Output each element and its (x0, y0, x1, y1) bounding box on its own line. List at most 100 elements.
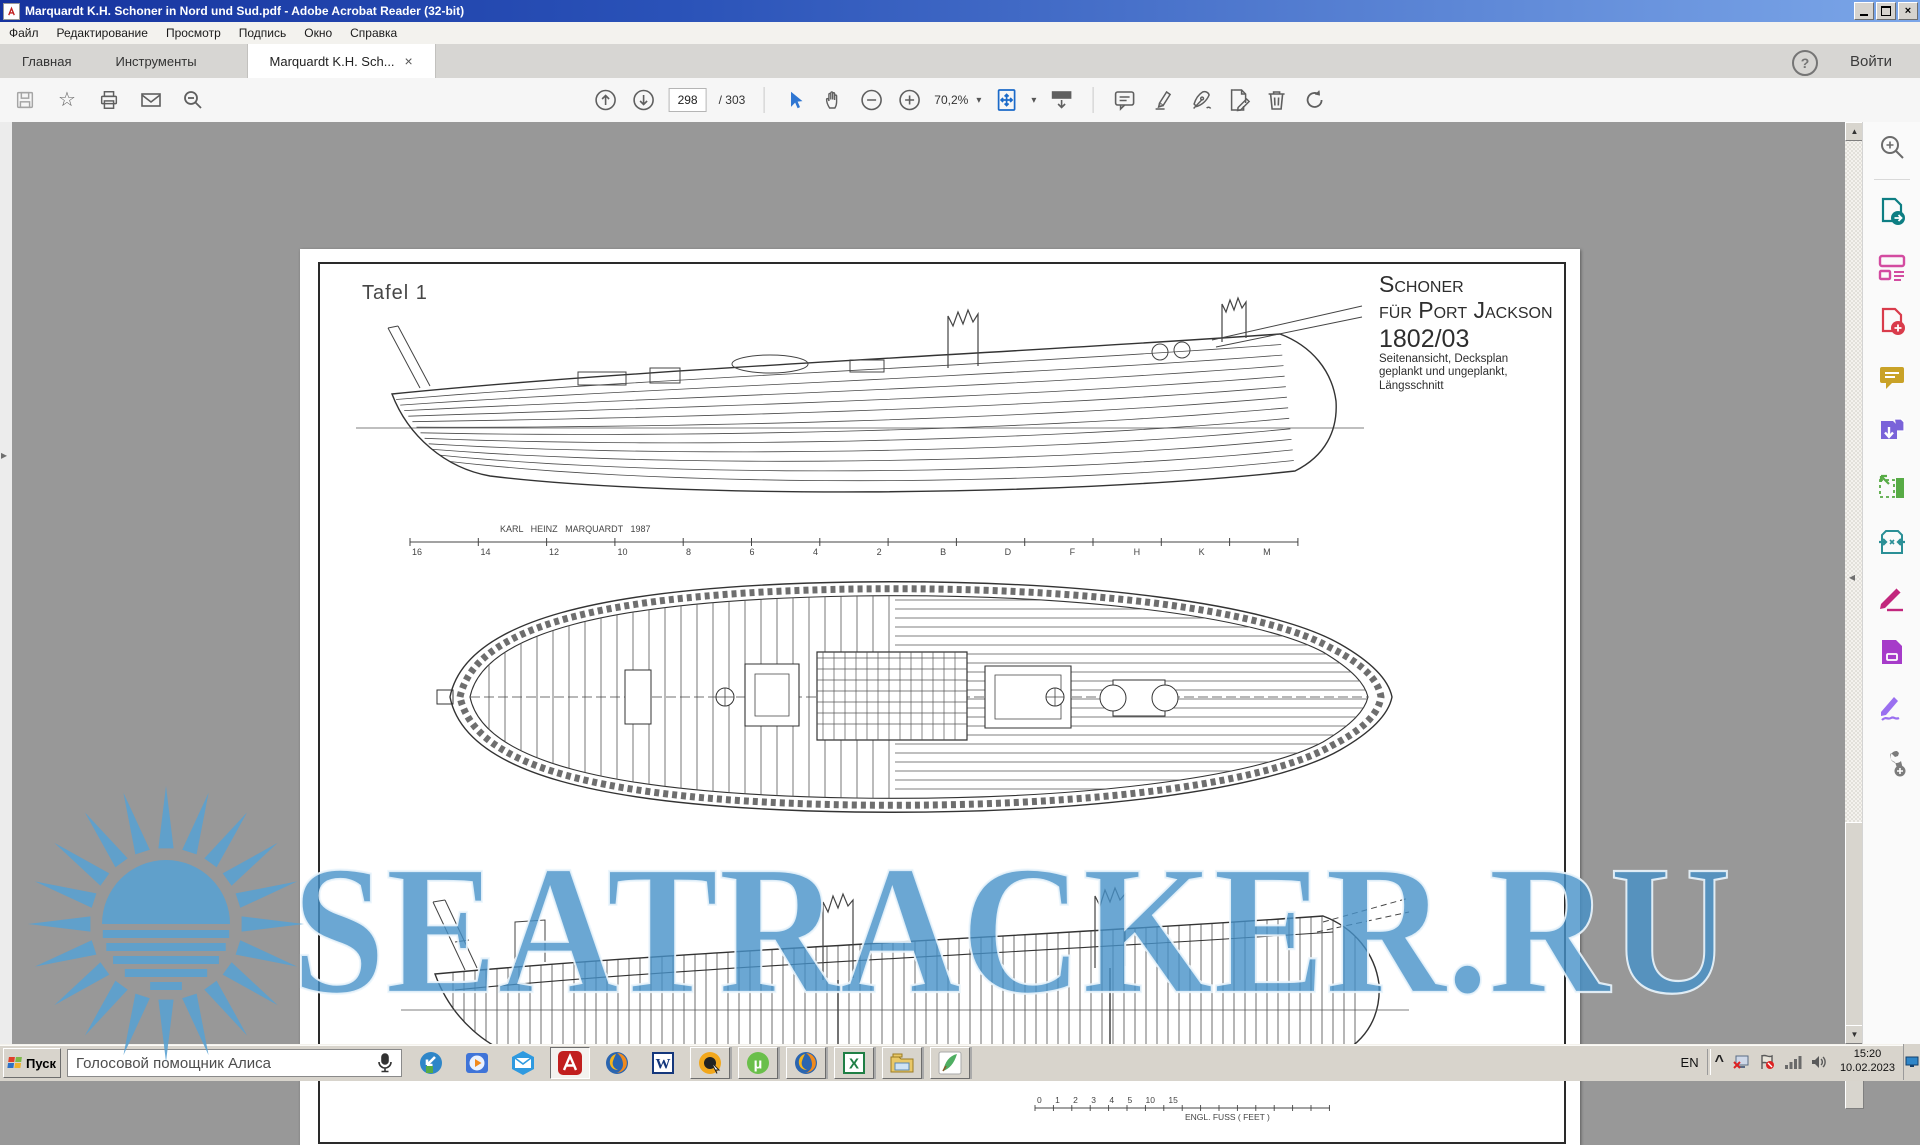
action-center-flag-icon[interactable] (1758, 1054, 1776, 1070)
search-zoom-icon[interactable] (180, 87, 206, 113)
speaker-icon[interactable] (1810, 1054, 1828, 1070)
subtitle-line-1: Seitenansicht, Decksplan (1379, 353, 1554, 367)
subtitle-line-3: Längsschnitt (1379, 380, 1554, 394)
drawing-credit: KARL HEINZ MARQUARDT 1987 (500, 524, 651, 534)
previous-page-button[interactable] (593, 87, 619, 113)
zoom-level-select[interactable]: 70,2% ▾ (934, 93, 981, 107)
word-app-icon[interactable]: W (644, 1048, 682, 1078)
pdf-convert-icon[interactable] (1875, 635, 1909, 669)
assistant-search-input[interactable]: Голосовой помощник Алиса (67, 1049, 402, 1077)
tab-bar: Главная Инструменты Marquardt K.H. Sch..… (0, 44, 1920, 78)
print-icon[interactable] (96, 87, 122, 113)
tab-home[interactable]: Главная (0, 44, 93, 78)
combine-files-icon[interactable] (1875, 415, 1909, 449)
download-manager-app-icon[interactable] (412, 1048, 450, 1078)
longitudinal-section-drawing: 0 1 2 3 4 5 10 15 ENGL. FUSS ( FEET ) (395, 862, 1415, 1134)
sign-pen-icon[interactable] (1187, 87, 1213, 113)
network-disconnected-icon[interactable] (1732, 1054, 1750, 1070)
email-icon[interactable] (138, 87, 164, 113)
excel-app-icon[interactable]: X (834, 1047, 874, 1079)
acrobat-taskbar-icon[interactable] (550, 1047, 590, 1079)
deck-plan-drawing (425, 552, 1425, 852)
microphone-icon[interactable] (377, 1053, 393, 1073)
menu-view[interactable]: Просмотр (157, 22, 230, 44)
tray-expand-chevron-icon[interactable]: ^ (1715, 1053, 1724, 1071)
title-line-2: für Port Jackson (1379, 298, 1554, 324)
side-elevation-drawing: KARL HEINZ MARQUARDT 1987 16 14 12 10 8 … (350, 276, 1370, 556)
certificate-sign-icon[interactable] (1875, 690, 1909, 724)
quill-app-icon[interactable] (930, 1047, 970, 1079)
menu-file[interactable]: Файл (0, 22, 48, 44)
signal-strength-icon[interactable] (1784, 1054, 1802, 1070)
next-page-button[interactable] (631, 87, 657, 113)
menu-help[interactable]: Справка (341, 22, 406, 44)
rotate-icon[interactable] (1301, 87, 1327, 113)
title-line-1: Schoner (1379, 272, 1554, 298)
menu-window[interactable]: Окно (295, 22, 341, 44)
help-icon[interactable]: ? (1792, 50, 1818, 76)
firefox-window-icon[interactable] (786, 1047, 826, 1079)
compress-pdf-icon[interactable] (1875, 525, 1909, 559)
fill-sign-icon[interactable] (1225, 87, 1251, 113)
tools-panel-collapse-arrow[interactable]: ◂ (1849, 570, 1855, 584)
scale-numbers: 0 1 2 3 4 5 10 15 (1037, 1095, 1178, 1105)
export-pdf-icon[interactable] (1875, 195, 1909, 229)
utorrent-app-icon[interactable]: µ (738, 1047, 778, 1079)
delete-pages-icon[interactable] (1263, 87, 1289, 113)
clock[interactable]: 15:20 10.02.2023 (1840, 1048, 1895, 1076)
start-button[interactable]: Пуск (3, 1048, 61, 1078)
create-pdf-icon[interactable] (1875, 305, 1909, 339)
organize-pages-icon[interactable] (1875, 470, 1909, 504)
acrobat-app-icon (3, 3, 20, 20)
document-canvas: Tafel 1 Schoner für Port Jackson 1802/03… (12, 122, 1845, 1044)
comment-icon[interactable] (1111, 87, 1137, 113)
title-bar: Marquardt K.H. Schoner in Nord und Sud.p… (0, 0, 1920, 22)
page-number-input[interactable]: 298 (669, 88, 707, 112)
close-button[interactable]: × (1898, 2, 1918, 20)
tools-panel (1862, 122, 1920, 1044)
star-icon[interactable]: ☆ (54, 87, 80, 113)
save-icon[interactable] (12, 87, 38, 113)
zoom-value: 70,2% (934, 93, 968, 107)
panel-expand-arrow[interactable]: ▸ (1, 448, 7, 462)
fill-sign-tool-icon[interactable] (1875, 580, 1909, 614)
tab-tools[interactable]: Инструменты (93, 44, 218, 78)
page-total-label: / 303 (719, 93, 746, 107)
chevron-down-icon[interactable]: ▾ (1031, 95, 1036, 106)
edit-pdf-icon[interactable] (1875, 250, 1909, 284)
file-manager-app-icon[interactable] (882, 1047, 922, 1079)
close-tab-icon[interactable]: × (405, 53, 413, 69)
media-player-app-icon[interactable] (458, 1048, 496, 1078)
restore-button[interactable] (1876, 2, 1896, 20)
search-tools-icon[interactable] (1875, 130, 1909, 164)
more-tools-icon[interactable] (1875, 745, 1909, 779)
mail-app-icon[interactable] (504, 1048, 542, 1078)
sign-in-link[interactable]: Войти (1850, 53, 1892, 70)
svg-text:µ: µ (754, 1056, 763, 1073)
show-desktop-button[interactable] (1903, 1044, 1920, 1080)
tray-time: 15:20 (1840, 1048, 1895, 1062)
windows-logo-icon (7, 1057, 23, 1070)
minimize-button[interactable] (1854, 2, 1874, 20)
pdf-page[interactable]: Tafel 1 Schoner für Port Jackson 1802/03… (300, 249, 1580, 1145)
hand-tool-icon[interactable] (820, 87, 846, 113)
zoom-in-icon[interactable] (896, 87, 922, 113)
dcpp-app-icon[interactable] (690, 1047, 730, 1079)
comment-tool-icon[interactable] (1875, 360, 1909, 394)
select-tool-icon[interactable] (782, 87, 808, 113)
zoom-out-icon[interactable] (858, 87, 884, 113)
highlighter-icon[interactable] (1149, 87, 1175, 113)
scale-caption: ENGL. FUSS ( FEET ) (1185, 1112, 1270, 1122)
firefox-app-icon[interactable] (598, 1048, 636, 1078)
menu-sign[interactable]: Подпись (230, 22, 296, 44)
tab-document[interactable]: Marquardt K.H. Sch... × (247, 44, 436, 78)
svg-text:X: X (849, 1056, 859, 1073)
language-indicator[interactable]: EN (1673, 1055, 1707, 1070)
menu-edit[interactable]: Редактирование (48, 22, 157, 44)
window-title: Marquardt K.H. Schoner in Nord und Sud.p… (25, 4, 464, 18)
main-toolbar: ☆ 298 / 303 70,2% (0, 78, 1920, 123)
collapse-toolbar-icon[interactable] (1048, 87, 1074, 113)
fit-page-icon[interactable] (993, 87, 1019, 113)
drawing-title-block: Schoner für Port Jackson 1802/03 Seitena… (1379, 272, 1554, 394)
system-tray: EN ^ 15:20 10.02.2023 (1673, 1044, 1920, 1080)
